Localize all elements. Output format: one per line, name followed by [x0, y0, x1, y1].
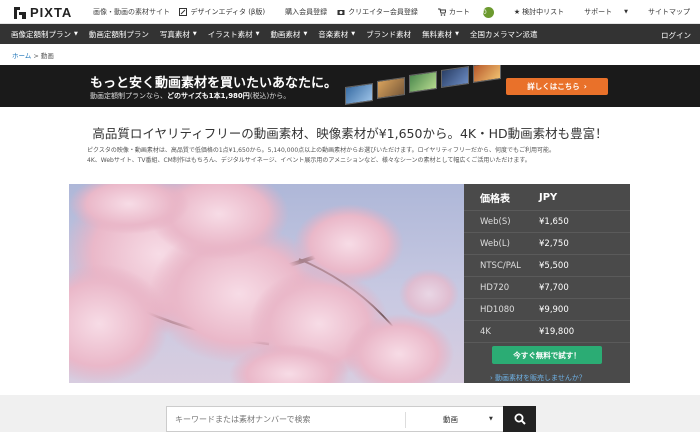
nav-item-image-plan[interactable]: 画像定額制プラン ▼: [11, 29, 78, 40]
chevron-down-icon: ▼: [255, 31, 260, 37]
cherry-blossom-image: [69, 184, 464, 383]
price-row: Web(S) ¥1,650: [480, 216, 569, 227]
search-icon: [514, 413, 526, 425]
support-link[interactable]: サポート ▼: [584, 7, 638, 17]
search-input[interactable]: [167, 407, 403, 431]
banner-details-button[interactable]: 詳しくはこちら ›: [506, 78, 608, 95]
page-headline: 高品質ロイヤリティフリーの動画素材、映像素材が¥1,650から。4K・HD動画素…: [92, 126, 608, 141]
chevron-down-icon: ▼: [624, 9, 628, 15]
breadcrumb-home[interactable]: ホーム: [12, 52, 31, 60]
buyer-register-link[interactable]: 購入会員登録: [285, 7, 327, 17]
nav-item-cameraman[interactable]: 全国カメラマン派遣: [470, 29, 538, 40]
nav-item-photo[interactable]: 写真素材 ▼: [160, 29, 197, 40]
pixta-logo-icon: [14, 6, 26, 19]
cherry-blossom-illustration: [69, 184, 459, 383]
chevron-down-icon: ▼: [303, 31, 308, 37]
price-row: HD720 ¥7,700: [480, 282, 569, 293]
cart-icon: [437, 8, 446, 16]
price-row: 4K ¥19,800: [480, 326, 575, 337]
banner-tile: [409, 71, 437, 93]
divider: [464, 342, 630, 343]
top-header: PIXTA 画像・動画の素材サイト デザインエディタ (β版) 購入会員登録 ク…: [0, 0, 700, 24]
banner-headline: もっと安く動画素材を買いたいあなたに。: [90, 76, 338, 91]
sell-video-link[interactable]: › 動画素材を販売しませんか？: [490, 373, 586, 383]
nav-item-video-plan[interactable]: 動画定額制プラン: [89, 29, 149, 40]
tagline: 画像・動画の素材サイト: [93, 8, 170, 16]
camera-icon: [337, 10, 345, 15]
search-box: 動画 ▼: [166, 406, 504, 432]
main-nav: 画像定額制プラン ▼ 動画定額制プラン 写真素材 ▼ イラスト素材 ▼ 動画素材 ▼ 音…: [0, 24, 700, 44]
chevron-down-icon: ▼: [192, 31, 197, 37]
nav-item-brand[interactable]: ブランド素材: [366, 29, 411, 40]
chevron-down-icon: ▼: [74, 31, 78, 37]
price-table-header: 価格表 JPY: [480, 191, 558, 205]
banner-tile: [473, 65, 501, 83]
chevron-down-icon: ▼: [455, 31, 460, 37]
free-trial-button[interactable]: 今すぐ無料で試す！: [492, 346, 602, 364]
divider: [405, 412, 406, 428]
creator-register-link[interactable]: クリエイター会員登録: [337, 7, 428, 17]
cart-link[interactable]: カート 0: [437, 6, 504, 18]
banner-tile: [345, 83, 373, 105]
price-row: HD1080 ¥9,900: [480, 304, 569, 315]
chevron-right-icon: ›: [583, 82, 587, 91]
star-icon: ★: [513, 8, 521, 16]
edit-icon: [179, 8, 188, 16]
breadcrumb-current: 動画: [40, 52, 54, 60]
design-editor-link[interactable]: デザインエディタ (β版): [179, 7, 275, 17]
nav-item-video[interactable]: 動画素材 ▼: [270, 29, 307, 40]
login-link[interactable]: ログイン: [661, 30, 691, 41]
nav-item-free[interactable]: 無料素材 ▼: [422, 29, 459, 40]
chevron-down-icon: ▼: [351, 31, 356, 37]
nav-item-illust[interactable]: イラスト素材 ▼: [208, 29, 260, 40]
banner-tile: [377, 77, 405, 99]
history-link[interactable]: ★ 検討中リスト: [514, 7, 574, 17]
banner-video-tiles: [335, 65, 515, 107]
sitemap-link[interactable]: サイトマップ: [648, 7, 690, 17]
price-row: NTSC/PAL ¥5,500: [480, 260, 569, 271]
banner-tile: [441, 66, 469, 88]
category-select[interactable]: 動画 ▼: [407, 407, 503, 431]
top-links: デザインエディタ (β版) 購入会員登録 クリエイター会員登録 カート 0 ★ …: [179, 0, 700, 24]
search-button[interactable]: [503, 406, 536, 432]
cart-count-badge: 0: [482, 6, 494, 18]
banner-subtext: 動画定額制プランなら、どのサイズも1本1,980円(税込)から。: [90, 92, 291, 100]
page-description: ピクスタの映像・動画素材は、高品質で低価格の1点¥1,650から。5,140,0…: [87, 147, 556, 164]
breadcrumb-separator: >: [33, 52, 39, 60]
chevron-down-icon: ▼: [489, 416, 493, 422]
logo-text: PIXTA: [30, 5, 73, 20]
breadcrumb: ホーム > 動画: [12, 50, 54, 60]
logo[interactable]: PIXTA: [13, 5, 72, 20]
price-row: Web(L) ¥2,750: [480, 238, 569, 249]
nav-item-music[interactable]: 音楽素材 ▼: [318, 29, 355, 40]
